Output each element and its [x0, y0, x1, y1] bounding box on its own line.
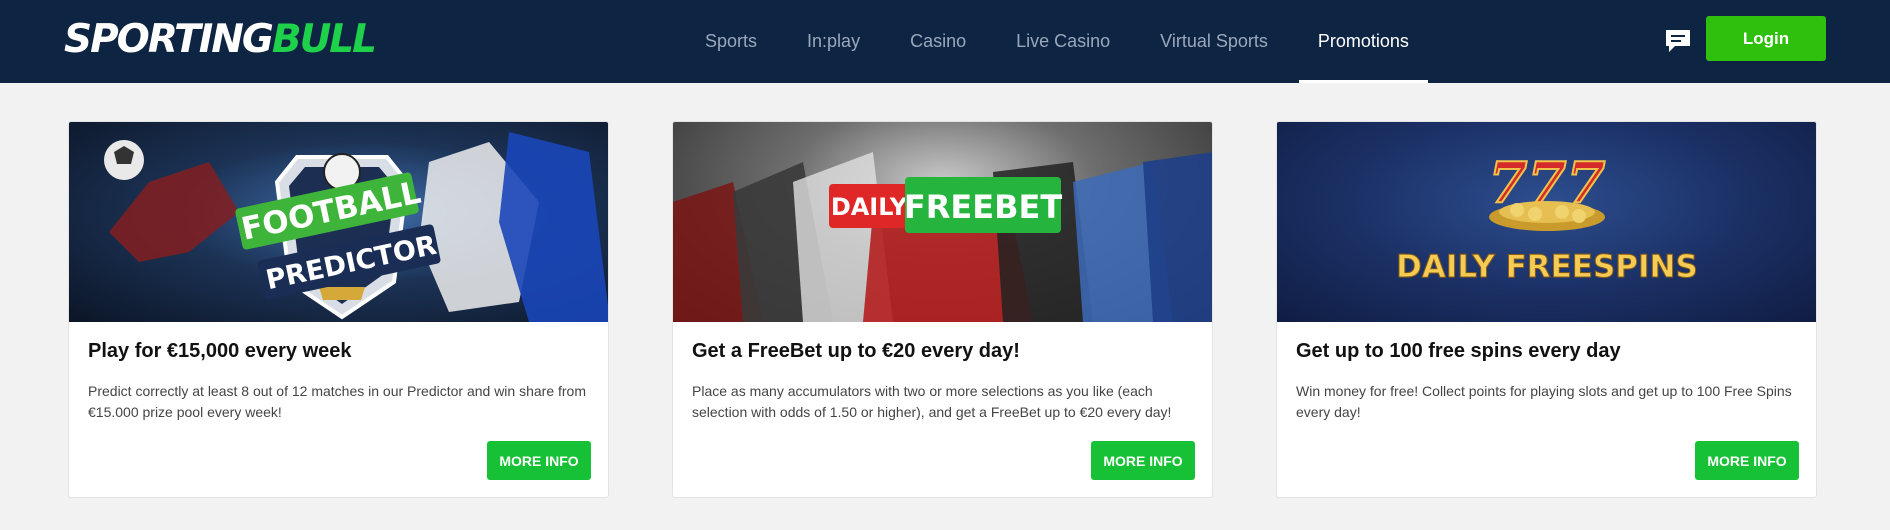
- daily-freebet-banner[interactable]: DAILY FREEBET: [673, 122, 1212, 322]
- football-predictor-banner[interactable]: FOOTBALL PREDICTOR: [69, 122, 608, 322]
- daily-freespins-banner[interactable]: 777 DAILY FREESPINS: [1277, 122, 1816, 322]
- card-description: Predict correctly at least 8 out of 12 m…: [88, 383, 587, 420]
- promo-card-daily-freebet: DAILY FREEBET Get a FreeBet up to €20 ev…: [672, 121, 1213, 498]
- more-info-button[interactable]: MORE INFO: [487, 441, 591, 480]
- promo-card-football-predictor: FOOTBALL PREDICTOR Play for €15,000 ever…: [68, 121, 609, 498]
- nav-inplay[interactable]: In:play: [782, 0, 885, 83]
- more-info-button[interactable]: MORE INFO: [1695, 441, 1799, 480]
- card-title: Get up to 100 free spins every day: [1296, 340, 1621, 362]
- football-predictor-artwork: FOOTBALL PREDICTOR: [104, 132, 608, 322]
- chat-icon[interactable]: [1663, 26, 1693, 56]
- banner-freespins-text: DAILY FREESPINS: [1396, 249, 1698, 285]
- logo-text-bull: BULL: [271, 16, 377, 62]
- card-description: Win money for free! Collect points for p…: [1296, 383, 1792, 420]
- nav-sports[interactable]: Sports: [680, 0, 782, 83]
- promo-card-daily-freespins: 777 DAILY FREESPINS Get up to 100 free s…: [1276, 121, 1817, 498]
- banner-daily-text: DAILY: [831, 193, 908, 221]
- card-description: Place as many accumulators with two or m…: [692, 383, 1172, 420]
- daily-freespins-artwork: 777 DAILY FREESPINS: [1396, 149, 1699, 286]
- banner-777-text: 777: [1489, 150, 1606, 216]
- logo-text-sporting: SPORTING: [64, 16, 274, 62]
- sportingbull-logo[interactable]: SPORTING BULL: [64, 16, 377, 62]
- banner-freebet-text: FREEBET: [904, 188, 1062, 226]
- main-nav: Sports In:play Casino Live Casino Virtua…: [680, 0, 1434, 83]
- login-button[interactable]: Login: [1706, 16, 1826, 61]
- top-header: SPORTING BULL Sports In:play Casino Live …: [0, 0, 1890, 83]
- nav-virtual-sports[interactable]: Virtual Sports: [1135, 0, 1293, 83]
- card-title: Get a FreeBet up to €20 every day!: [692, 340, 1020, 362]
- nav-live-casino[interactable]: Live Casino: [991, 0, 1135, 83]
- more-info-button[interactable]: MORE INFO: [1091, 441, 1195, 480]
- daily-freebet-artwork: DAILY FREEBET: [673, 152, 1212, 322]
- card-title: Play for €15,000 every week: [88, 340, 352, 362]
- nav-casino[interactable]: Casino: [885, 0, 991, 83]
- nav-promotions[interactable]: Promotions: [1293, 0, 1434, 83]
